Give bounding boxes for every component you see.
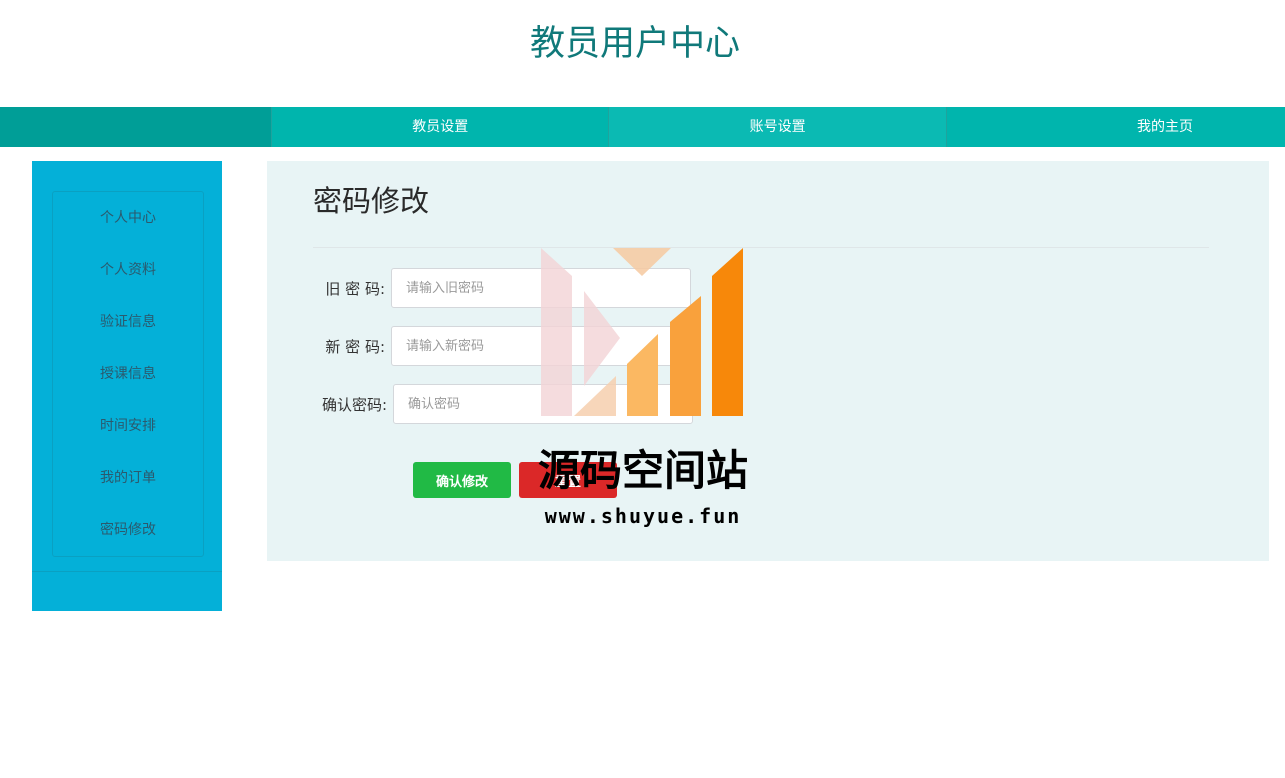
main-panel: 密码修改 旧 密 码: 新 密 码: 确认密码: 确认修改 重置 (267, 161, 1269, 561)
sidebar-item-schedule[interactable]: 时间安排 (53, 400, 203, 452)
navbar-brand-area (0, 107, 272, 147)
new-password-input[interactable] (391, 326, 691, 366)
sidebar-item-teaching-info[interactable]: 授课信息 (53, 348, 203, 400)
old-password-row: 旧 密 码: (313, 268, 691, 308)
sidebar: 个人中心 个人资料 验证信息 授课信息 时间安排 我的订单 密码修改 (32, 161, 222, 611)
nav-item-account-settings[interactable]: 账号设置 (608, 107, 946, 147)
page-title: 教员用户中心 (529, 24, 740, 64)
sidebar-menu: 个人中心 个人资料 验证信息 授课信息 时间安排 我的订单 密码修改 (52, 191, 204, 557)
top-navbar: 教员设置 账号设置 我的主页 (0, 107, 1285, 147)
new-password-label: 新 密 码: (325, 337, 385, 356)
confirm-password-input[interactable] (393, 384, 693, 424)
sidebar-item-verification[interactable]: 验证信息 (53, 296, 203, 348)
confirm-password-label: 确认密码: (321, 395, 387, 414)
sidebar-item-personal-profile[interactable]: 个人资料 (53, 244, 203, 296)
nav-item-my-homepage[interactable]: 我的主页 (945, 107, 1285, 147)
sidebar-item-change-password[interactable]: 密码修改 (53, 504, 203, 556)
old-password-input[interactable] (391, 268, 691, 308)
section-title: 密码修改 (313, 184, 430, 218)
sidebar-item-my-orders[interactable]: 我的订单 (53, 452, 203, 504)
reset-button[interactable]: 重置 (519, 462, 617, 498)
new-password-row: 新 密 码: (313, 326, 691, 366)
sidebar-divider (32, 571, 222, 572)
section-divider (313, 247, 1209, 248)
old-password-label: 旧 密 码: (325, 279, 385, 298)
confirm-change-button[interactable]: 确认修改 (413, 462, 511, 498)
confirm-password-row: 确认密码: (313, 384, 693, 424)
nav-item-teacher-settings[interactable]: 教员设置 (271, 107, 608, 147)
page: 教员用户中心 教员设置 账号设置 我的主页 个人中心 个人资料 验证信息 授课信… (0, 0, 1285, 778)
sidebar-item-personal-center[interactable]: 个人中心 (53, 192, 203, 244)
